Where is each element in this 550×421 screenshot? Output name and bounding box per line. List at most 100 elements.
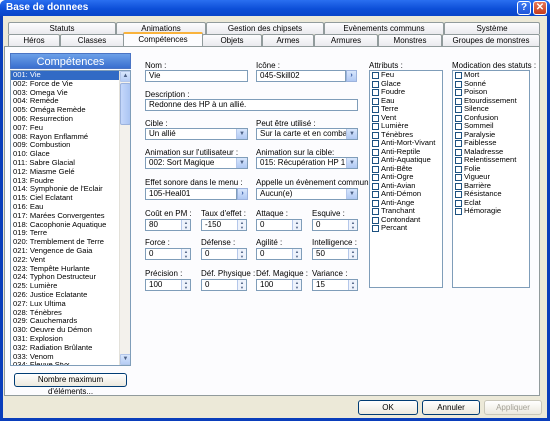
list-item[interactable]: 014: Symphonie de l'Eclair (11, 185, 119, 194)
checkbox-icon[interactable] (372, 72, 379, 79)
tab-monstres[interactable]: Monstres (378, 34, 442, 46)
cancel-button[interactable]: Annuler (422, 400, 480, 415)
max-elements-button[interactable]: Nombre maximum d'éléments... (14, 373, 127, 396)
tab-competences[interactable]: Compétences (123, 32, 203, 46)
list-item[interactable]: 013: Foudre (11, 177, 119, 186)
ok-button[interactable]: OK (358, 400, 418, 415)
statuts-checkbox-item[interactable]: Hémoragie (453, 206, 529, 216)
checkbox-icon[interactable] (372, 199, 379, 207)
checkbox-icon[interactable] (372, 123, 379, 130)
cout-stepper[interactable]: 80 ▲ ▼ (145, 219, 191, 231)
icone-pick-icon[interactable]: › (346, 70, 357, 82)
checkbox-icon[interactable] (455, 114, 462, 122)
skill-list[interactable]: 001: Vie 002: Force de Vie 003: Omega Vie 0… (10, 70, 131, 366)
help-button[interactable]: ? (517, 1, 531, 15)
stepper-arrows-icon[interactable]: ▲ ▼ (237, 249, 246, 259)
list-item[interactable]: 022: Vent (11, 256, 119, 265)
list-item[interactable]: 012: Miasme Gelé (11, 168, 119, 177)
cible-select[interactable]: Un allié ▼ (145, 128, 248, 140)
list-item[interactable]: 008: Rayon Enflammé (11, 133, 119, 142)
tab-evenements-communs[interactable]: Evènements communs (324, 22, 444, 34)
list-item[interactable]: 005: Oméga Remède (11, 106, 119, 115)
tab-objets[interactable]: Objets (202, 34, 262, 46)
tab-gestion-chipsets[interactable]: Gestion des chipsets (206, 22, 324, 34)
list-item[interactable]: 026: Justice Eclatante (11, 291, 119, 300)
defense-stepper[interactable]: 0 ▲ ▼ (201, 248, 247, 260)
chevron-down-icon[interactable]: ▼ (236, 129, 247, 139)
esquive-stepper[interactable]: 0 ▲ ▼ (312, 219, 358, 231)
checkbox-icon[interactable] (372, 148, 379, 156)
chevron-down-icon[interactable]: ▼ (236, 158, 247, 168)
list-item[interactable]: 011: Sabre Glacial (11, 159, 119, 168)
scroll-up-icon[interactable]: ▲ (120, 71, 130, 82)
defphys-stepper[interactable]: 0 ▲ ▼ (201, 279, 247, 291)
appelle-select[interactable]: Aucun(e) ▼ (256, 188, 358, 200)
precision-stepper[interactable]: 100 ▲ ▼ (145, 279, 191, 291)
stepper-arrows-icon[interactable]: ▲ ▼ (292, 220, 301, 230)
list-item[interactable]: 021: Vengence de Gaia (11, 247, 119, 256)
checkbox-icon[interactable] (455, 148, 462, 156)
variance-stepper[interactable]: 15 ▲ ▼ (312, 279, 358, 291)
list-item[interactable]: 024: Typhon Destructeur (11, 273, 119, 282)
checkbox-icon[interactable] (372, 80, 379, 88)
list-item[interactable]: 032: Radiation Brûlante (11, 344, 119, 353)
scroll-down-icon[interactable]: ▼ (120, 354, 130, 365)
tab-statuts[interactable]: Statuts (8, 22, 116, 34)
attaque-stepper[interactable]: 0 ▲ ▼ (256, 219, 302, 231)
list-item[interactable]: 020: Tremblement de Terre (11, 238, 119, 247)
checkbox-icon[interactable] (455, 182, 462, 190)
stepper-arrows-icon[interactable]: ▲ ▼ (348, 249, 357, 259)
checkbox-icon[interactable] (372, 208, 379, 215)
tab-armes[interactable]: Armes (262, 34, 314, 46)
stepper-arrows-icon[interactable]: ▲ ▼ (181, 249, 190, 259)
list-item[interactable]: 027: Lux Ultima (11, 300, 119, 309)
anim-cible-select[interactable]: 015: Récupération HP 1 ▼ (256, 157, 358, 169)
checkbox-icon[interactable] (455, 97, 462, 105)
checkbox-icon[interactable] (372, 157, 379, 164)
checkbox-icon[interactable] (372, 97, 379, 105)
list-item[interactable]: 001: Vie (11, 71, 119, 80)
checkbox-icon[interactable] (455, 174, 462, 181)
agilite-stepper[interactable]: 0 ▲ ▼ (256, 248, 302, 260)
list-item[interactable]: 023: Tempête Hurlante (11, 265, 119, 274)
force-stepper[interactable]: 0 ▲ ▼ (145, 248, 191, 260)
checkbox-icon[interactable] (455, 123, 462, 130)
stepper-arrows-icon[interactable]: ▲ ▼ (237, 280, 246, 290)
stepper-arrows-icon[interactable]: ▲ ▼ (348, 220, 357, 230)
list-item[interactable]: 016: Eau (11, 203, 119, 212)
list-item[interactable]: 028: Ténèbres (11, 309, 119, 318)
chevron-down-icon[interactable]: ▼ (346, 189, 357, 199)
checkbox-icon[interactable] (455, 199, 462, 207)
list-item[interactable]: 025: Lumière (11, 282, 119, 291)
attributs-checkbox-item[interactable]: Percant (370, 223, 442, 233)
intelligence-stepper[interactable]: 50 ▲ ▼ (312, 248, 358, 260)
list-item[interactable]: 015: Ciel Eclatant (11, 194, 119, 203)
defmag-stepper[interactable]: 100 ▲ ▼ (256, 279, 302, 291)
checkbox-icon[interactable] (372, 89, 379, 96)
list-item[interactable]: 033: Venom (11, 353, 119, 362)
checkbox-icon[interactable] (372, 165, 379, 173)
list-item[interactable]: 030: Oeuvre du Démon (11, 326, 119, 335)
list-item[interactable]: 002: Force de Vie (11, 80, 119, 89)
description-input[interactable]: Redonne des HP à un allié. (145, 99, 358, 111)
tab-systeme[interactable]: Système (444, 22, 540, 34)
checkbox-icon[interactable] (455, 106, 462, 113)
checkbox-icon[interactable] (455, 191, 462, 198)
list-item[interactable]: 010: Glace (11, 150, 119, 159)
checkbox-icon[interactable] (372, 174, 379, 181)
checkbox-icon[interactable] (455, 80, 462, 88)
list-item[interactable]: 007: Feu (11, 124, 119, 133)
list-item[interactable]: 004: Remède (11, 97, 119, 106)
stepper-arrows-icon[interactable]: ▲ ▼ (292, 280, 301, 290)
anim-user-select[interactable]: 002: Sort Magique ▼ (145, 157, 248, 169)
close-button[interactable]: ✕ (533, 1, 547, 15)
peut-select[interactable]: Sur la carte et en combat ▼ (256, 128, 358, 140)
list-item[interactable]: 003: Omega Vie (11, 89, 119, 98)
tab-armures[interactable]: Armures (314, 34, 378, 46)
checkbox-icon[interactable] (372, 182, 379, 190)
tab-classes[interactable]: Classes (60, 34, 124, 46)
checkbox-icon[interactable] (372, 216, 379, 224)
scroll-thumb[interactable] (120, 83, 130, 125)
checkbox-icon[interactable] (372, 114, 379, 122)
checkbox-icon[interactable] (455, 165, 462, 173)
